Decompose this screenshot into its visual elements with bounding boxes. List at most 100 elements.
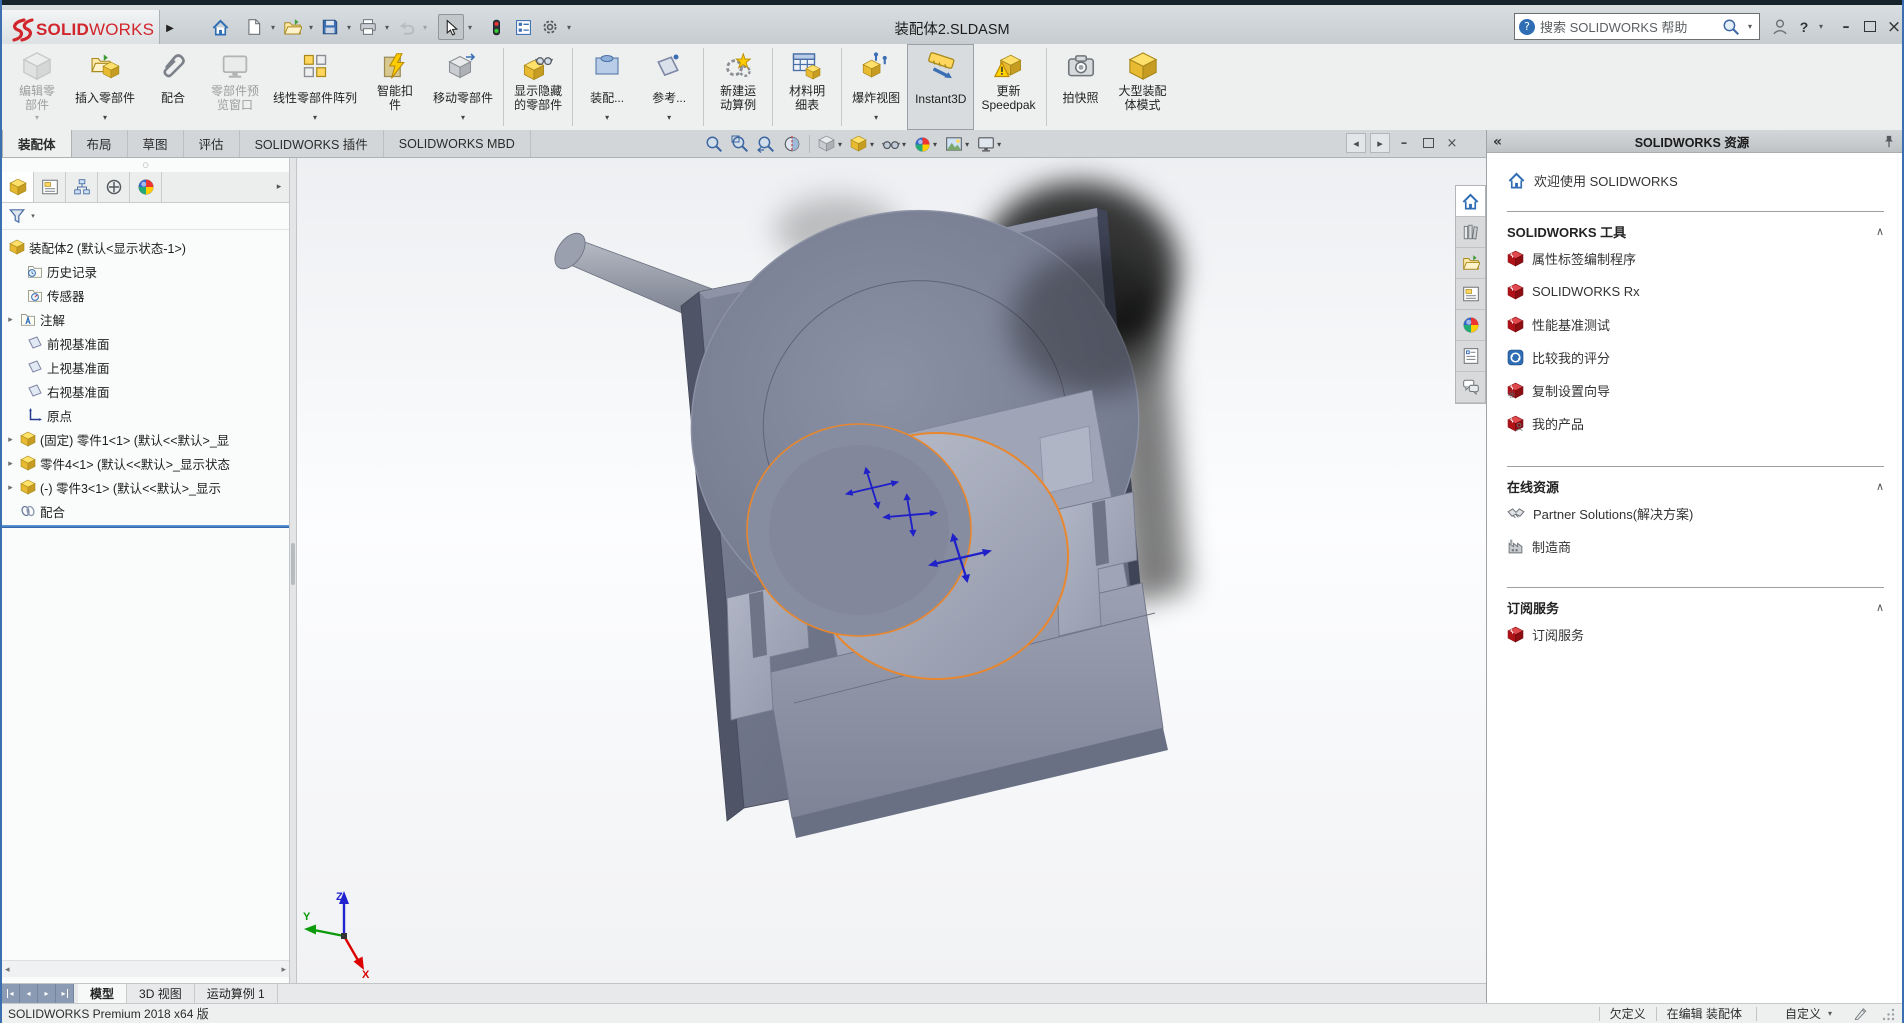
save-dropdown[interactable]: [344, 14, 354, 40]
tag-pen-icon[interactable]: [1853, 1006, 1868, 1021]
tree-item-part3[interactable]: (-) 零件3<1> (默认<<默认>_显示: [2, 475, 289, 499]
login-user-icon[interactable]: [1768, 14, 1792, 40]
expand-arrow-icon[interactable]: [2, 434, 19, 445]
task-item-partner-solutions[interactable]: Partner Solutions(解决方案): [1507, 497, 1884, 530]
section-view-icon[interactable]: [780, 132, 804, 156]
dropdown-arrow-icon[interactable]: [103, 113, 107, 123]
task-item-performance-benchmark[interactable]: 性能基准测试: [1507, 308, 1884, 341]
tree-item-sensors[interactable]: 传感器: [2, 283, 289, 307]
display-manager-tab[interactable]: [130, 172, 162, 202]
side-tab-custom-properties[interactable]: [1456, 341, 1485, 372]
evaluate-list-button[interactable]: [510, 14, 536, 40]
ribbon-button-bill-of-materials[interactable]: 材料明细表: [776, 44, 838, 130]
zoom-to-fit-icon[interactable]: [702, 132, 726, 156]
dropdown-arrow-icon[interactable]: [902, 140, 906, 149]
new-document-dropdown[interactable]: [268, 14, 278, 40]
search-input[interactable]: 搜索 SOLIDWORKS 帮助: [1540, 17, 1717, 36]
tab-evaluate[interactable]: 评估: [184, 130, 240, 157]
tree-item-origin[interactable]: 原点: [2, 403, 289, 427]
task-item-property-tab-builder[interactable]: 属性标签编制程序: [1507, 242, 1884, 275]
tree-horizontal-scrollbar[interactable]: [2, 960, 289, 977]
task-item-compare-scores[interactable]: 比较我的评分: [1507, 341, 1884, 374]
last-tab-button[interactable]: [56, 984, 74, 1003]
ribbon-button-edit-component[interactable]: 编辑零部件: [6, 44, 68, 130]
motion-study-tab[interactable]: 运动算例 1: [195, 984, 278, 1003]
side-tab-design-library[interactable]: [1456, 217, 1485, 248]
splitter-handle[interactable]: [291, 543, 295, 585]
doc-minimize-button[interactable]: [1394, 133, 1414, 153]
previous-view-icon[interactable]: [754, 132, 778, 156]
hide-show-items-icon[interactable]: [879, 132, 909, 156]
tree-item-part4[interactable]: 零件4<1> (默认<<默认>_显示状态: [2, 451, 289, 475]
configuration-manager-tab[interactable]: [66, 172, 98, 202]
dropdown-arrow-icon[interactable]: [933, 140, 937, 149]
new-document-button[interactable]: [241, 14, 267, 40]
collapse-chevron-icon[interactable]: [1876, 601, 1884, 614]
dropdown-arrow-icon[interactable]: [874, 113, 878, 123]
dropdown-arrow-icon[interactable]: [35, 113, 39, 123]
pin-icon[interactable]: [1882, 134, 1896, 149]
3d-views-tab[interactable]: 3D 视图: [127, 984, 195, 1003]
tree-item-annotations[interactable]: 注解: [2, 307, 289, 331]
ribbon-button-reference-geometry[interactable]: 参考...: [638, 44, 700, 130]
view-orientation-icon[interactable]: [815, 132, 845, 156]
open-button[interactable]: [279, 14, 305, 40]
tree-item-history[interactable]: 历史记录: [2, 259, 289, 283]
minimize-button[interactable]: [1834, 14, 1858, 40]
select-tool-button[interactable]: [438, 14, 464, 40]
feature-tree-flyout-arrow[interactable]: [269, 172, 289, 202]
dropdown-arrow-icon[interactable]: [997, 140, 1001, 149]
maximize-button[interactable]: [1858, 14, 1882, 40]
open-dropdown[interactable]: [306, 14, 316, 40]
ribbon-button-insert-components[interactable]: 插入零部件: [68, 44, 142, 130]
ribbon-button-instant3d[interactable]: Instant3D: [907, 44, 974, 130]
tab-sketch[interactable]: 草图: [128, 130, 184, 157]
task-item-copy-settings-wizard[interactable]: 复制设置向导: [1507, 374, 1884, 407]
scroll-left-arrow[interactable]: [5, 964, 10, 975]
ribbon-button-linear-component-pattern[interactable]: 线性零部件阵列: [266, 44, 364, 130]
dropdown-arrow-icon[interactable]: [461, 113, 465, 123]
side-tab-file-explorer[interactable]: [1456, 248, 1485, 279]
side-tab-view-palette[interactable]: [1456, 279, 1485, 310]
task-item-my-products[interactable]: 我的产品: [1507, 407, 1884, 440]
select-tool-dropdown[interactable]: [465, 14, 475, 40]
ribbon-button-smart-fasteners[interactable]: 智能扣件: [364, 44, 426, 130]
collapse-chevron-icon[interactable]: [1876, 480, 1884, 493]
undo-button[interactable]: [393, 14, 419, 40]
side-tab-forum[interactable]: [1456, 372, 1485, 403]
ribbon-button-exploded-view[interactable]: 爆炸视图: [845, 44, 907, 130]
rollback-bar[interactable]: [2, 525, 289, 528]
dropdown-arrow-icon[interactable]: [870, 140, 874, 149]
tree-item-front-plane[interactable]: 前视基准面: [2, 331, 289, 355]
filter-funnel-icon[interactable]: [8, 207, 26, 225]
print-button[interactable]: [355, 14, 381, 40]
ribbon-button-show-hidden-components[interactable]: 显示隐藏的零部件: [507, 44, 569, 130]
section-header-subscription[interactable]: 订阅服务: [1507, 596, 1884, 618]
tree-item-assembly-root[interactable]: 装配体2 (默认<显示状态-1>): [2, 235, 289, 259]
next-tab-button[interactable]: [38, 984, 56, 1003]
task-item-manufacturer[interactable]: 制造商: [1507, 530, 1884, 563]
resize-grip[interactable]: [1882, 1007, 1896, 1021]
dimxpert-manager-tab[interactable]: [98, 172, 130, 202]
ribbon-button-large-assembly-mode[interactable]: 大型装配体模式: [1112, 44, 1174, 130]
tree-item-mates[interactable]: 配合: [2, 499, 289, 523]
graphics-viewport[interactable]: Z Y X: [297, 158, 1486, 983]
close-button[interactable]: [1882, 14, 1904, 40]
tab-assembly[interactable]: 装配体: [2, 130, 72, 157]
tab-solidworks-addins[interactable]: SOLIDWORKS 插件: [240, 130, 384, 157]
options-button[interactable]: [537, 14, 563, 40]
collapse-chevron-icon[interactable]: [1876, 225, 1884, 238]
previous-pane-button[interactable]: [1346, 133, 1366, 153]
expand-arrow-icon[interactable]: [2, 458, 19, 469]
print-dropdown[interactable]: [382, 14, 392, 40]
next-pane-button[interactable]: [1370, 133, 1390, 153]
tree-item-part1[interactable]: (固定) 零件1<1> (默认<<默认>_显: [2, 427, 289, 451]
collapse-pane-icon[interactable]: [1493, 133, 1502, 150]
dropdown-arrow-icon[interactable]: [313, 113, 317, 123]
first-tab-button[interactable]: [2, 984, 20, 1003]
tab-solidworks-mbd[interactable]: SOLIDWORKS MBD: [384, 130, 531, 157]
filter-dropdown[interactable]: [28, 203, 38, 229]
panel-splitter[interactable]: [289, 158, 297, 983]
toolbar-flyout-arrow[interactable]: [162, 17, 178, 39]
scroll-right-arrow[interactable]: [281, 964, 286, 975]
